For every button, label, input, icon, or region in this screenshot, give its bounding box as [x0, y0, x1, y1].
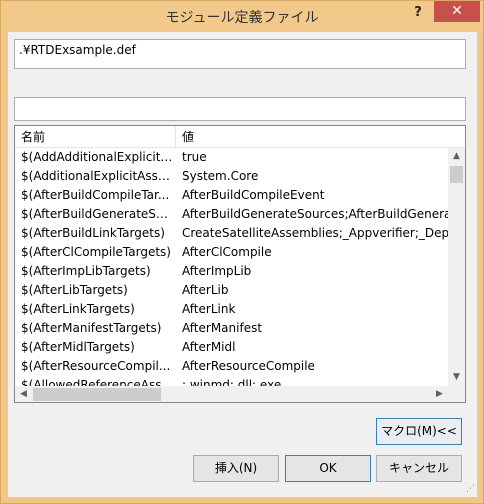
- scroll-down-icon[interactable]: ▼: [448, 369, 465, 386]
- list-item[interactable]: $(AddAdditionalExplicitA... true: [15, 148, 448, 167]
- list-item[interactable]: $(AfterBuildCompileTar... AfterBuildCompi…: [15, 186, 448, 205]
- list-item-name: $(AdditionalExplicitAsse...: [21, 169, 173, 183]
- scroll-left-icon[interactable]: ◀: [15, 386, 32, 402]
- resize-grip-icon[interactable]: ⋰: [466, 484, 476, 494]
- list-body: $(AddAdditionalExplicitA... true $(Additio…: [15, 148, 448, 386]
- list-item[interactable]: $(AfterImpLibTargets) AfterImpLib: [15, 262, 448, 281]
- horizontal-scroll-thumb[interactable]: [33, 388, 161, 401]
- list-item-value: ;.winmd;.dll;.exe: [182, 378, 282, 386]
- cancel-button[interactable]: キャンセル: [376, 455, 462, 482]
- list-item-value: AfterManifest: [182, 321, 263, 335]
- list-item-value: AfterClCompile: [182, 245, 272, 259]
- scrollbar-corner: [448, 386, 465, 402]
- list-item[interactable]: $(AfterResourceCompil... AfterResourceCom…: [15, 357, 448, 376]
- list-item-name: $(AfterClCompileTargets): [21, 245, 171, 259]
- list-item[interactable]: $(AfterBuildGenerateSo... AfterBuildGener…: [15, 205, 448, 224]
- scroll-up-icon[interactable]: ▲: [448, 148, 465, 165]
- list-item[interactable]: $(AfterMidlTargets) AfterMidl: [15, 338, 448, 357]
- list-item-name: $(AfterImpLibTargets): [21, 264, 151, 278]
- help-button[interactable]: ?: [409, 3, 427, 23]
- list-item-value: AfterImpLib: [182, 264, 252, 278]
- vertical-scrollbar[interactable]: ▲ ▼: [448, 148, 465, 386]
- list-item-name: $(AllowedReferenceAss...: [21, 378, 173, 386]
- list-item-name: $(AfterBuildGenerateSo...: [21, 207, 173, 221]
- definition-path-field[interactable]: .¥RTDExsample.def: [14, 39, 466, 69]
- list-item[interactable]: $(AfterLinkTargets) AfterLink: [15, 300, 448, 319]
- list-item-name: $(AfterResourceCompil...: [21, 359, 171, 373]
- module-definition-dialog: モジュール定義ファイル ? ✕ .¥RTDExsample.def 名前 値 $…: [0, 0, 484, 504]
- list-item-name: $(AfterMidlTargets): [21, 340, 135, 354]
- macro-toggle-button[interactable]: マクロ(M)<<: [376, 418, 462, 445]
- list-item[interactable]: $(AfterBuildLinkTargets) CreateSatelliteA…: [15, 224, 448, 243]
- column-header-value[interactable]: 値: [176, 126, 446, 148]
- list-item-name: $(AfterLibTargets): [21, 283, 128, 297]
- dialog-client-area: .¥RTDExsample.def 名前 値 $(AddAdditionalEx…: [8, 32, 477, 497]
- list-item-name: $(AfterBuildLinkTargets): [21, 226, 165, 240]
- list-item-value: AfterMidl: [182, 340, 236, 354]
- filter-input[interactable]: [14, 97, 466, 121]
- list-item[interactable]: $(AllowedReferenceAss... ;.winmd;.dll;.ex…: [15, 376, 448, 386]
- column-header-name[interactable]: 名前: [15, 126, 176, 148]
- insert-button[interactable]: 挿入(N): [193, 455, 279, 482]
- list-item-value: AfterLink: [182, 302, 236, 316]
- list-item-value: System.Core: [182, 169, 259, 183]
- list-item-name: $(AddAdditionalExplicitA...: [21, 150, 173, 164]
- list-item-value: AfterLib: [182, 283, 229, 297]
- list-item[interactable]: $(AfterManifestTargets) AfterManifest: [15, 319, 448, 338]
- horizontal-scrollbar[interactable]: ◀ ▶: [15, 386, 448, 402]
- close-button[interactable]: ✕: [434, 1, 480, 22]
- list-item-value: AfterBuildCompileEvent: [182, 188, 325, 202]
- list-item[interactable]: $(AfterLibTargets) AfterLib: [15, 281, 448, 300]
- list-item-value: AfterBuildGenerateSources;AfterBuildGene…: [182, 207, 448, 221]
- title-bar[interactable]: モジュール定義ファイル ? ✕: [1, 1, 483, 32]
- list-item-name: $(AfterLinkTargets): [21, 302, 135, 316]
- list-item-value: CreateSatelliteAssemblies;_Appverifier;_…: [182, 226, 448, 240]
- list-header: 名前 値: [15, 126, 465, 148]
- list-item-value: AfterResourceCompile: [182, 359, 315, 373]
- scroll-right-icon[interactable]: ▶: [431, 386, 448, 402]
- ok-button[interactable]: OK: [285, 455, 371, 482]
- list-item[interactable]: $(AdditionalExplicitAsse... System.Core: [15, 167, 448, 186]
- list-item[interactable]: $(AfterClCompileTargets) AfterClCompile: [15, 243, 448, 262]
- vertical-scroll-thumb[interactable]: [450, 166, 463, 183]
- list-item-name: $(AfterManifestTargets): [21, 321, 162, 335]
- list-item-name: $(AfterBuildCompileTar...: [21, 188, 170, 202]
- list-item-value: true: [182, 150, 207, 164]
- macro-list[interactable]: 名前 値 $(AddAdditionalExplicitA... true $(Ad…: [14, 125, 466, 403]
